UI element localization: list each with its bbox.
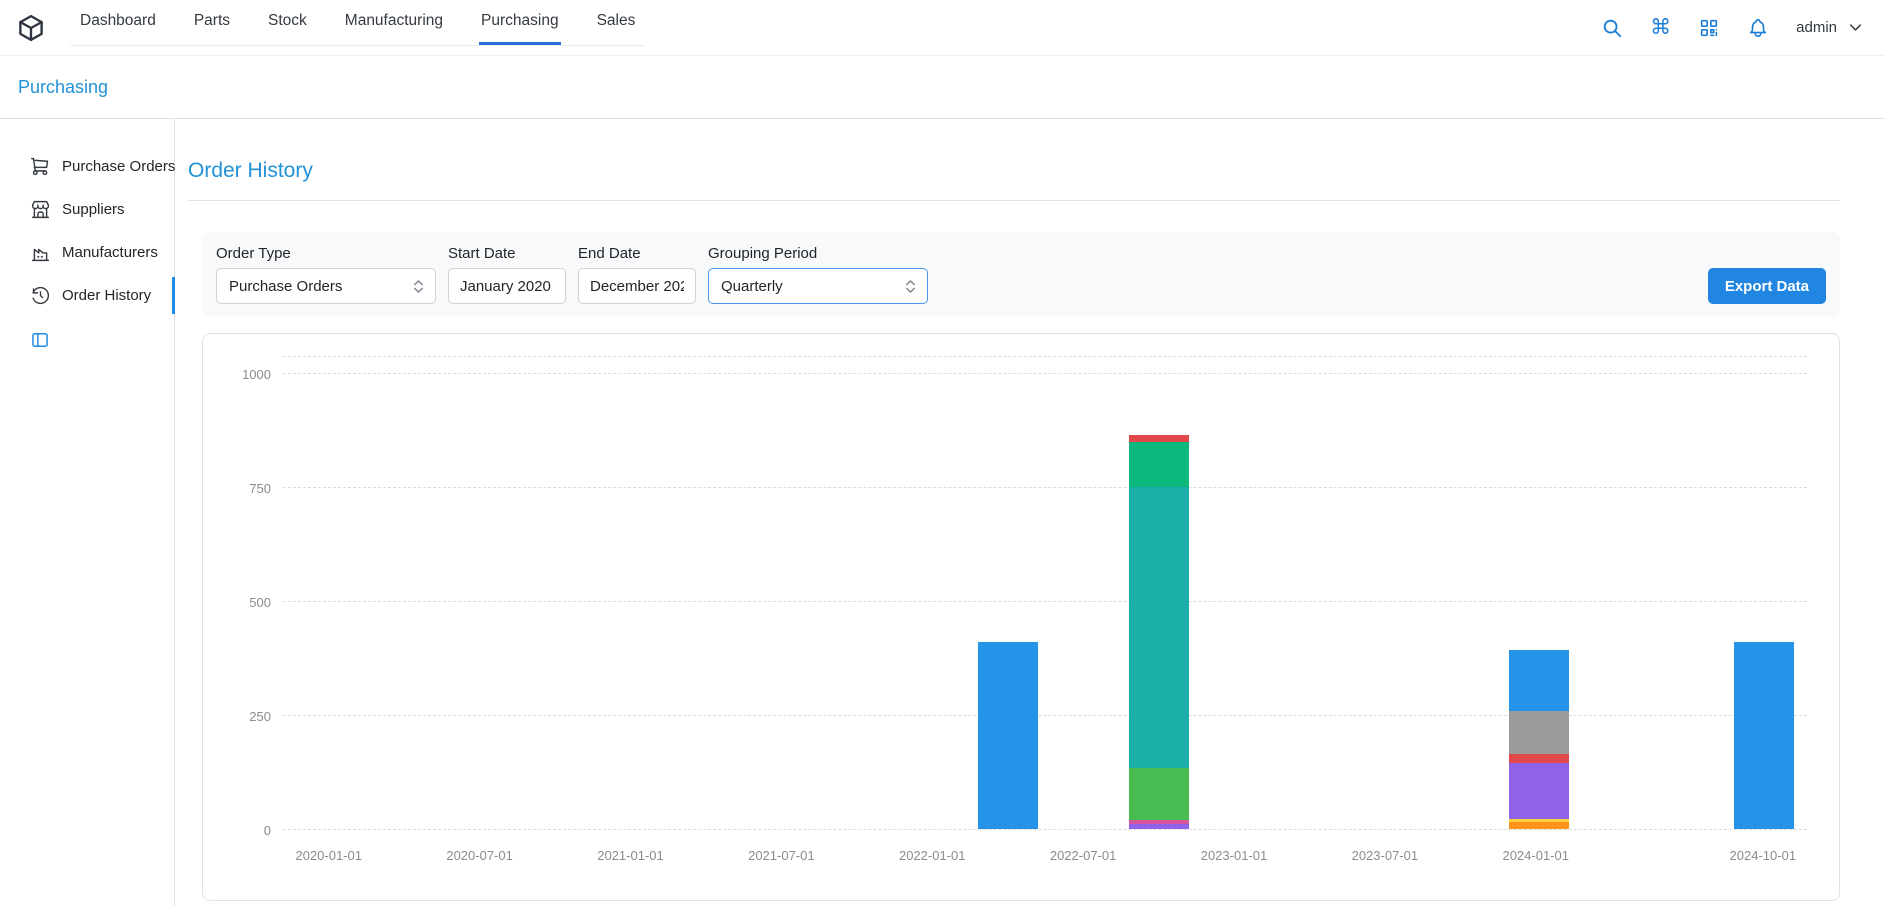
tab-parts[interactable]: Parts xyxy=(192,0,232,45)
bar-segment-violet xyxy=(1509,763,1569,819)
main-content: Order History Order Type Purchase Orders… xyxy=(175,119,1885,906)
tab-stock[interactable]: Stock xyxy=(266,0,309,45)
bar-segment-violet xyxy=(1129,824,1189,829)
stacked-bar-2024-10-01 xyxy=(1734,642,1794,829)
search-icon[interactable] xyxy=(1601,17,1623,39)
x-axis-tick-label: 2022-07-01 xyxy=(1050,848,1117,863)
sidebar-item-purchase-orders[interactable]: Purchase Orders xyxy=(0,145,174,188)
app-logo[interactable] xyxy=(16,13,46,43)
divider xyxy=(188,200,1840,201)
username: admin xyxy=(1796,19,1837,36)
y-axis-tick-label: 0 xyxy=(229,823,271,838)
end-date-input[interactable] xyxy=(578,268,696,304)
y-axis-tick-label: 250 xyxy=(229,709,271,724)
chevron-down-icon xyxy=(1846,18,1865,37)
bar-segment-orange xyxy=(1509,822,1569,829)
x-axis-tick-label: 2020-07-01 xyxy=(446,848,513,863)
navbar-actions: ⌘ admin xyxy=(1601,17,1865,39)
main-nav-tabs: Dashboard Parts Stock Manufacturing Purc… xyxy=(70,0,645,46)
command-icon[interactable]: ⌘ xyxy=(1650,17,1671,38)
x-axis-tick-label: 2024-10-01 xyxy=(1730,848,1797,863)
end-date-label: End Date xyxy=(578,245,696,262)
sidebar-item-suppliers[interactable]: Suppliers xyxy=(0,188,174,231)
end-date-field: End Date xyxy=(578,245,696,304)
sidebar-toggle-icon[interactable] xyxy=(30,330,50,350)
x-axis-tick-label: 2024-01-01 xyxy=(1502,848,1569,863)
bar-segment-red xyxy=(1509,754,1569,763)
x-axis-tick-label: 2023-01-01 xyxy=(1201,848,1268,863)
start-date-input[interactable] xyxy=(448,268,566,304)
x-axis-tick-label: 2021-07-01 xyxy=(748,848,815,863)
order-type-select[interactable]: Purchase Orders xyxy=(216,268,436,304)
grouping-period-label: Grouping Period xyxy=(708,245,928,262)
page-title: Order History xyxy=(188,159,1840,183)
gridline xyxy=(283,373,1807,374)
bar-segment-blue xyxy=(1509,650,1569,710)
tab-dashboard[interactable]: Dashboard xyxy=(78,0,158,45)
sidebar: Purchase Orders Suppliers xyxy=(0,119,175,906)
sidebar-item-label: Order History xyxy=(62,287,151,304)
bar-segment-gray xyxy=(1509,711,1569,754)
gridline xyxy=(283,601,1807,602)
x-axis-tick-label: 2021-01-01 xyxy=(597,848,664,863)
qrcode-icon[interactable] xyxy=(1698,17,1720,39)
stacked-bar-2022-10-01 xyxy=(1129,435,1189,829)
order-type-field: Order Type Purchase Orders xyxy=(216,245,436,304)
start-date-field: Start Date xyxy=(448,245,566,304)
sidebar-item-label: Manufacturers xyxy=(62,244,158,261)
x-axis-tick-label: 2023-07-01 xyxy=(1352,848,1419,863)
y-axis-tick-label: 500 xyxy=(229,595,271,610)
bar-segment-teal xyxy=(1129,487,1189,767)
bar-segment-blue xyxy=(1734,642,1794,829)
bell-icon[interactable] xyxy=(1747,17,1769,39)
sidebar-item-manufacturers[interactable]: Manufacturers xyxy=(0,231,174,274)
building-store-icon xyxy=(30,199,51,220)
grouping-period-value: Quarterly xyxy=(721,278,783,295)
x-axis-tick-label: 2022-01-01 xyxy=(899,848,966,863)
chart-panel: 0 250 500 750 1000 2020-01-01 2020-07-01 2021-0… xyxy=(202,333,1840,901)
y-axis-tick-label: 750 xyxy=(229,481,271,496)
breadcrumb-bar: Purchasing xyxy=(0,56,1885,119)
user-menu[interactable]: admin xyxy=(1796,18,1865,37)
bar-chart-plot: 025050075010002020-01-012020-07-012021-0… xyxy=(283,356,1807,830)
history-icon xyxy=(30,285,51,306)
filter-panel: Order Type Purchase Orders Start Date En… xyxy=(202,232,1840,317)
order-type-label: Order Type xyxy=(216,245,436,262)
gridline xyxy=(283,829,1807,830)
sidebar-item-order-history[interactable]: Order History xyxy=(0,274,174,317)
x-axis-tick-label: 2020-01-01 xyxy=(295,848,362,863)
sidebar-item-label: Suppliers xyxy=(62,201,125,218)
sidebar-item-label: Purchase Orders xyxy=(62,158,175,175)
gridline xyxy=(283,715,1807,716)
y-axis-tick-label: 1000 xyxy=(229,367,271,382)
grouping-period-field: Grouping Period Quarterly xyxy=(708,245,928,304)
export-data-button[interactable]: Export Data xyxy=(1708,268,1826,304)
order-type-value: Purchase Orders xyxy=(229,278,342,295)
bar-segment-red xyxy=(1129,435,1189,442)
breadcrumb[interactable]: Purchasing xyxy=(18,77,108,98)
page-layout: Purchase Orders Suppliers xyxy=(0,119,1885,906)
shopping-cart-icon xyxy=(30,156,51,177)
stacked-bar-2024-01-01 xyxy=(1509,650,1569,829)
bar-segment-green xyxy=(1129,768,1189,820)
tab-sales[interactable]: Sales xyxy=(595,0,638,45)
stacked-bar-2022-04-01 xyxy=(978,642,1038,829)
start-date-label: Start Date xyxy=(448,245,566,262)
selector-icon xyxy=(902,278,919,295)
bar-segment-blue xyxy=(978,642,1038,829)
building-factory-icon xyxy=(30,242,51,263)
selector-icon xyxy=(410,278,427,295)
grouping-period-select[interactable]: Quarterly xyxy=(708,268,928,304)
gridline xyxy=(283,487,1807,488)
top-navbar: Dashboard Parts Stock Manufacturing Purc… xyxy=(0,0,1885,56)
package-logo-icon xyxy=(16,13,46,43)
bar-segment-emerald xyxy=(1129,442,1189,488)
tab-manufacturing[interactable]: Manufacturing xyxy=(343,0,445,45)
tab-purchasing[interactable]: Purchasing xyxy=(479,0,561,45)
